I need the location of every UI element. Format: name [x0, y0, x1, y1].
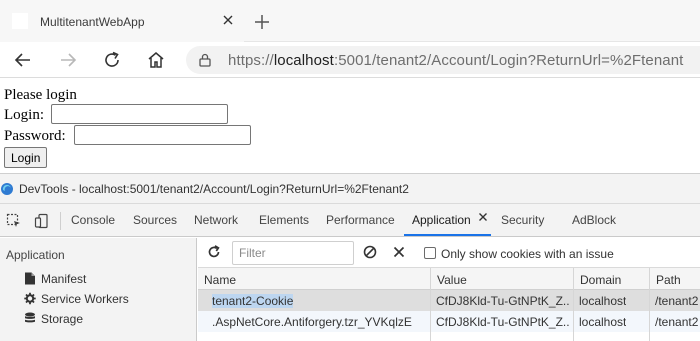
column-divider[interactable] — [430, 268, 431, 341]
tab-network[interactable]: Network — [194, 213, 238, 227]
sidebar-item-label: Manifest — [41, 272, 87, 286]
application-sidebar: Application Manifest Service Workers Sto… — [0, 238, 197, 341]
cookie-domain: localhost — [579, 294, 627, 308]
password-label: Password: — [4, 128, 66, 144]
table-row[interactable]: .AspNetCore.Antiforgery.tzr_YVKqlzE CfDJ… — [198, 311, 700, 332]
device-emulation-icon[interactable] — [34, 213, 50, 229]
inspect-element-icon[interactable] — [6, 213, 22, 229]
file-icon — [25, 272, 35, 285]
table-row[interactable]: tenant2-Cookie CfDJ8Kld-Tu-GtNPtK_Z... l… — [198, 290, 700, 311]
tab-console[interactable]: Console — [71, 213, 115, 227]
url-path: :5001/tenant2/Account/Login?ReturnUrl=%2… — [333, 52, 684, 69]
toolbar-divider — [60, 212, 61, 230]
login-label: Login: — [4, 107, 44, 123]
tab-adblock[interactable]: AdBlock — [572, 213, 616, 227]
url-scheme: https:// — [228, 52, 274, 69]
tab-security[interactable]: Security — [501, 213, 544, 227]
close-tab-icon[interactable] — [220, 12, 236, 28]
url-text: https://localhost:5001/tenant2/Account/L… — [228, 52, 683, 69]
cookie-path: /tenant2 — [655, 294, 699, 308]
only-issues-label: Only show cookies with an issue — [441, 247, 614, 261]
clear-all-cookies-icon[interactable] — [363, 245, 377, 259]
login-button[interactable]: Login — [4, 147, 48, 168]
column-header-domain[interactable]: Domain — [574, 268, 650, 290]
url-field[interactable]: https://localhost:5001/tenant2/Account/L… — [186, 46, 700, 74]
page-favicon-icon — [12, 13, 28, 29]
url-host: localhost — [273, 52, 334, 69]
home-icon[interactable] — [146, 50, 166, 70]
devtools-window-title: DevTools - localhost:5001/tenant2/Accoun… — [19, 182, 409, 196]
column-header-path[interactable]: Path — [650, 268, 700, 290]
password-input[interactable] — [74, 125, 251, 145]
column-header-name[interactable]: Name — [198, 268, 431, 290]
sidebar-item-label: Service Workers — [41, 292, 129, 306]
forward-arrow-icon[interactable] — [58, 50, 78, 70]
tab-elements[interactable]: Elements — [259, 213, 309, 227]
tab-performance[interactable]: Performance — [326, 213, 395, 227]
column-header-label: Value — [437, 273, 467, 287]
page-title: Please login — [4, 87, 77, 103]
sidebar-heading: Application — [6, 248, 65, 262]
gear-icon — [24, 292, 36, 305]
column-divider[interactable] — [649, 268, 650, 341]
browser-tab-strip: MultitenantWebApp — [0, 0, 700, 42]
close-application-tab-icon[interactable] — [478, 212, 488, 222]
cookies-table: Name Value Domain Path tenant2-Cookie Cf… — [198, 268, 700, 341]
column-divider[interactable] — [573, 268, 574, 341]
edge-devtools-logo-icon — [1, 183, 13, 195]
tab-title: MultitenantWebApp — [40, 15, 145, 29]
cookie-domain: localhost — [579, 315, 627, 329]
cookies-toolbar: Only show cookies with an issue — [198, 238, 700, 268]
browser-tab[interactable]: MultitenantWebApp — [0, 0, 244, 42]
new-tab-plus-icon[interactable] — [253, 13, 271, 31]
devtools-title-bar: DevTools - localhost:5001/tenant2/Accoun… — [0, 173, 700, 204]
delete-selected-icon[interactable] — [392, 245, 406, 259]
tab-application[interactable]: Application — [412, 213, 471, 227]
database-icon — [25, 312, 35, 323]
address-bar: https://localhost:5001/tenant2/Account/L… — [0, 42, 700, 78]
sidebar-item-label: Storage — [41, 312, 84, 326]
only-issues-checkbox[interactable] — [424, 247, 436, 259]
cookie-value: CfDJ8Kld-Tu-GtNPtK_Z... — [436, 315, 570, 329]
column-header-value[interactable]: Value — [431, 268, 574, 290]
column-header-label: Path — [656, 273, 681, 287]
active-tab-indicator — [404, 234, 491, 236]
refresh-icon[interactable] — [207, 245, 221, 259]
filter-input[interactable] — [232, 241, 354, 265]
back-arrow-icon[interactable] — [13, 50, 33, 70]
cookie-name: .AspNetCore.Antiforgery.tzr_YVKqlzE — [212, 315, 412, 329]
password-row: Password: — [4, 125, 251, 145]
column-header-label: Name — [204, 273, 237, 287]
tab-sources[interactable]: Sources — [133, 213, 177, 227]
column-header-label: Domain — [580, 273, 622, 287]
refresh-icon[interactable] — [102, 50, 122, 70]
devtools-tab-bar: Console Sources Network Elements Perform… — [0, 204, 700, 237]
cookie-path: /tenant2 — [655, 315, 699, 329]
cookie-name: tenant2-Cookie — [212, 294, 294, 308]
cookie-value: CfDJ8Kld-Tu-GtNPtK_Z... — [436, 294, 570, 308]
login-row: Login: — [4, 104, 228, 124]
lock-icon[interactable] — [198, 53, 212, 67]
login-input[interactable] — [51, 104, 228, 124]
page-content: Please login Login: Password: Login — [0, 79, 700, 173]
